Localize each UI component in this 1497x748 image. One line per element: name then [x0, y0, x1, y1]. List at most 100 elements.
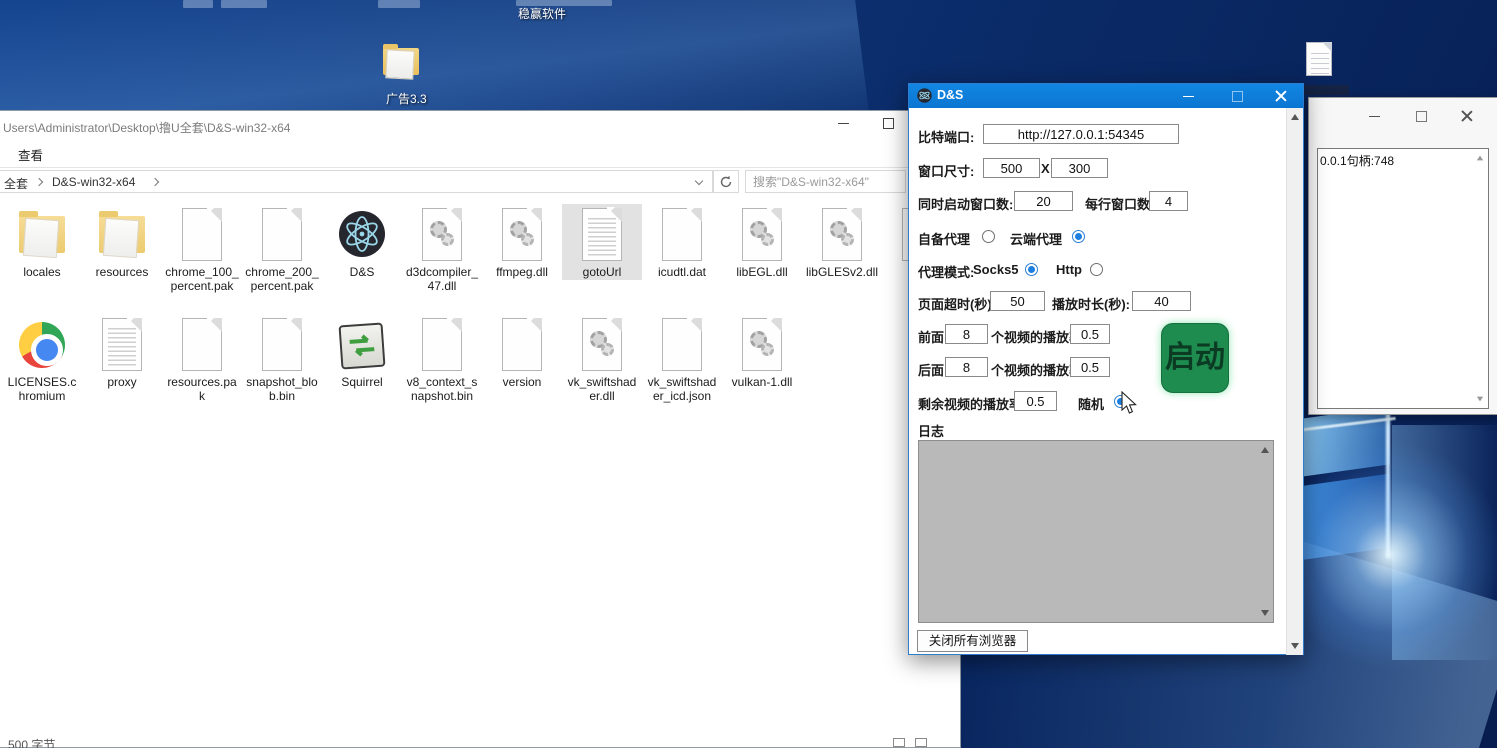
dll-gear-icon — [422, 208, 462, 261]
close-icon[interactable] — [1461, 110, 1473, 122]
text-document-icon — [582, 208, 622, 261]
port-input[interactable] — [983, 124, 1179, 144]
own-proxy-radio[interactable] — [982, 230, 995, 243]
front-rate-input[interactable] — [1070, 324, 1110, 344]
desktop-icon-label[interactable]: 稳赢软件 — [518, 5, 566, 22]
wallpaper-window-pane — [1299, 474, 1390, 561]
proxy-mode-label: 代理模式: — [918, 262, 974, 281]
wallpaper-window-pane — [1295, 406, 1390, 477]
file-item[interactable]: vk_swiftshader.dll — [562, 314, 642, 403]
file-item-selected[interactable]: gotoUrl — [562, 204, 642, 280]
desktop-document-icon[interactable] — [1306, 42, 1332, 76]
file-item[interactable]: icudtl.dat — [642, 204, 722, 280]
per-row-label: 每行窗口数: — [1085, 194, 1154, 213]
maximize-icon[interactable] — [1231, 90, 1243, 102]
minimize-icon[interactable] — [1369, 110, 1381, 122]
play-duration-input[interactable] — [1132, 291, 1191, 311]
minimize-icon[interactable] — [1183, 90, 1195, 102]
scroll-up-icon[interactable] — [1291, 114, 1299, 120]
random-label: 随机 — [1078, 394, 1104, 413]
file-icon — [262, 318, 302, 371]
close-all-browsers-button[interactable]: 关闭所有浏览器 — [917, 630, 1028, 652]
remaining-rate-input[interactable] — [1014, 391, 1057, 411]
file-item[interactable]: Squirrel — [322, 314, 402, 390]
desktop-icon-label-stub — [1301, 85, 1349, 95]
electron-app-icon — [917, 88, 932, 103]
maximize-icon[interactable] — [882, 117, 894, 129]
file-explorer-window: Users\Administrator\Desktop\撸U全套\D&S-win… — [0, 110, 961, 748]
breadcrumb-item[interactable]: 全套 — [4, 175, 28, 192]
file-item[interactable]: locales — [2, 204, 82, 280]
play-duration-label: 播放时长(秒): — [1052, 294, 1130, 313]
back-rate-input[interactable] — [1070, 357, 1110, 377]
back-count-input[interactable] — [945, 357, 988, 377]
breadcrumb-item[interactable]: D&S-win32-x64 — [52, 175, 135, 189]
search-input[interactable] — [745, 170, 906, 193]
page-timeout-input[interactable] — [990, 291, 1045, 311]
http-radio[interactable] — [1090, 263, 1103, 276]
explorer-address-row: 全套 D&S-win32-x64 — [0, 168, 960, 195]
minimize-icon[interactable] — [838, 117, 850, 129]
log-text: 0.0.1句柄:748 — [1320, 154, 1394, 168]
file-item[interactable]: chrome_100_percent.pak — [162, 204, 242, 293]
scroll-up-icon[interactable] — [1261, 447, 1269, 453]
file-item[interactable]: vk_swiftshader_icd.json — [642, 314, 722, 403]
window-width-input[interactable] — [983, 158, 1040, 178]
address-bar[interactable]: 全套 D&S-win32-x64 — [0, 170, 713, 193]
file-item[interactable]: vulkan-1.dll — [722, 314, 802, 390]
maximize-icon[interactable] — [1415, 110, 1427, 122]
file-item[interactable]: resources — [82, 204, 162, 280]
file-item[interactable]: D&S — [322, 204, 402, 280]
desktop-folder-icon[interactable] — [383, 48, 419, 75]
dialog-title: D&S — [937, 88, 963, 102]
file-item[interactable]: v8_context_snapshot.bin — [402, 314, 482, 403]
dll-gear-icon — [502, 208, 542, 261]
window-height-input[interactable] — [1051, 158, 1108, 178]
wallpaper-haze — [1392, 425, 1497, 660]
desktop-folder-label[interactable]: 广告3.3 — [386, 90, 427, 107]
log-textarea[interactable]: 0.0.1句柄:748 — [1317, 148, 1489, 409]
mouse-cursor — [1120, 391, 1139, 417]
file-item[interactable]: libGLESv2.dll — [802, 204, 882, 280]
dialog-titlebar[interactable]: D&S — [909, 84, 1303, 108]
log-area[interactable] — [918, 440, 1274, 623]
file-item[interactable]: proxy — [82, 314, 162, 390]
socks5-radio[interactable] — [1025, 263, 1038, 276]
cloud-proxy-radio[interactable] — [1072, 230, 1085, 243]
file-item[interactable]: resources.pak — [162, 314, 242, 403]
view-details-icon[interactable] — [893, 738, 905, 747]
close-icon[interactable] — [1275, 90, 1287, 102]
file-icon — [662, 318, 702, 371]
dll-gear-icon — [742, 318, 782, 371]
back-label: 后面 — [918, 360, 944, 379]
socks5-label: Socks5 — [973, 262, 1019, 277]
per-row-input[interactable] — [1149, 191, 1188, 211]
scroll-down-icon[interactable] — [1291, 643, 1299, 649]
front-count-input[interactable] — [945, 324, 988, 344]
file-item[interactable]: snapshot_blob.bin — [242, 314, 322, 403]
file-item[interactable]: version — [482, 314, 562, 390]
file-item[interactable]: ffmpeg.dll — [482, 204, 562, 280]
refresh-button[interactable] — [713, 170, 739, 193]
scroll-down-icon[interactable] — [1477, 397, 1483, 402]
file-item[interactable]: libEGL.dll — [722, 204, 802, 280]
scroll-down-icon[interactable] — [1261, 610, 1269, 616]
file-item[interactable]: d3dcompiler_47.dll — [402, 204, 482, 293]
window-size-label: 窗口尺寸: — [918, 161, 974, 180]
remaining-rate-label: 剩余视频的播放率 — [918, 394, 1022, 413]
file-item[interactable]: chrome_200_percent.pak — [242, 204, 322, 293]
concurrent-windows-input[interactable] — [1014, 191, 1073, 211]
file-item[interactable]: LICENSES.chromium — [2, 314, 82, 403]
file-icon — [182, 318, 222, 371]
log-label: 日志 — [918, 421, 944, 440]
view-thumbnails-icon[interactable] — [915, 738, 927, 747]
text-document-icon — [102, 318, 142, 371]
squirrel-icon — [339, 323, 386, 370]
start-button[interactable]: 启动 — [1161, 323, 1229, 393]
scroll-up-icon[interactable] — [1477, 156, 1483, 161]
ds-dialog: D&S 比特端口: 窗口尺寸: X 同时启动窗口数: 每行窗口数: 自备代理 云… — [908, 83, 1304, 655]
menu-view[interactable]: 查看 — [18, 145, 43, 164]
address-dropdown-icon[interactable] — [695, 177, 703, 185]
dialog-scrollbar[interactable] — [1286, 108, 1303, 655]
page-timeout-label: 页面超时(秒): — [918, 294, 996, 313]
